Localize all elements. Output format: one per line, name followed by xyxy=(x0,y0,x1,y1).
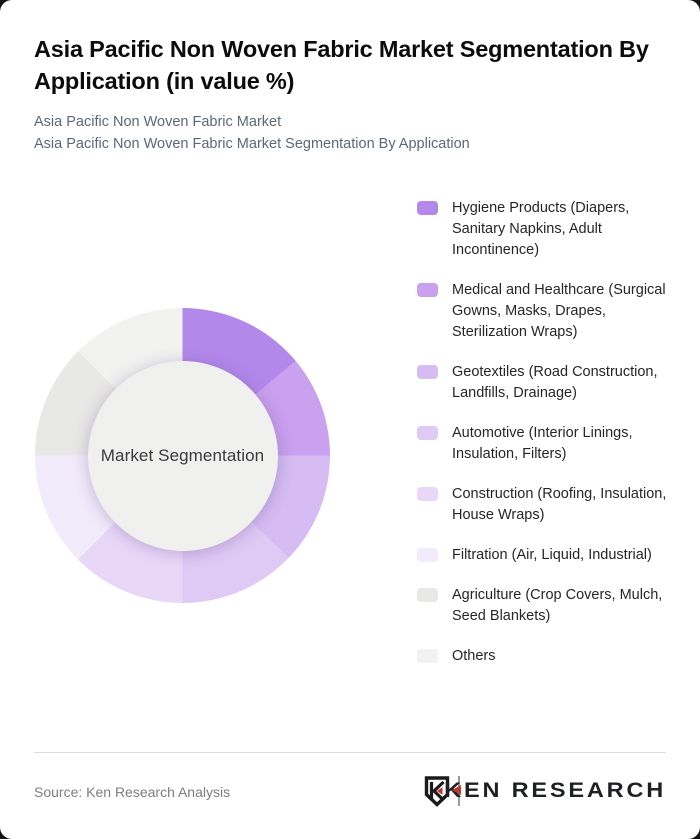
legend-item: Others xyxy=(417,646,669,667)
ken-research-logo: KEN RESEARCH xyxy=(424,770,666,812)
legend-item: Hygiene Products (Diapers, Sanitary Napk… xyxy=(417,198,669,261)
legend-label: Medical and Healthcare (Surgical Gowns, … xyxy=(452,282,666,340)
legend-label: Others xyxy=(452,648,496,664)
legend-label: Hygiene Products (Diapers, Sanitary Napk… xyxy=(452,200,630,258)
report-card: Asia Pacific Non Woven Fabric Market Seg… xyxy=(0,0,700,839)
legend-item: Automotive (Interior Linings, Insulation… xyxy=(417,423,669,465)
footer-divider xyxy=(34,752,666,753)
donut-center-label: Market Segmentation xyxy=(100,445,265,465)
source-note: Source: Ken Research Analysis xyxy=(34,784,231,800)
logo-k-accent-icon xyxy=(452,785,462,795)
page-title: Asia Pacific Non Woven Fabric Market Seg… xyxy=(34,36,649,94)
donut-chart: Market Segmentation xyxy=(35,308,330,603)
logo-wordmark: KEN RESEARCH xyxy=(444,779,666,803)
donut-center: Market Segmentation xyxy=(87,360,278,551)
legend-item: Construction (Roofing, Insulation, House… xyxy=(417,484,669,526)
legend-label: Agriculture (Crop Covers, Mulch, Seed Bl… xyxy=(452,587,663,624)
legend-swatch xyxy=(417,201,438,215)
legend-label: Filtration (Air, Liquid, Industrial) xyxy=(452,547,652,563)
legend-label: Geotextiles (Road Construction, Landfill… xyxy=(452,364,658,401)
legend-item: Agriculture (Crop Covers, Mulch, Seed Bl… xyxy=(417,585,669,627)
chart-legend: Hygiene Products (Diapers, Sanitary Napk… xyxy=(417,198,669,667)
legend-item: Filtration (Air, Liquid, Industrial) xyxy=(417,545,669,566)
legend-label: Construction (Roofing, Insulation, House… xyxy=(452,486,667,523)
legend-swatch xyxy=(417,487,438,501)
legend-swatch xyxy=(417,426,438,440)
subtitle-line-2: Asia Pacific Non Woven Fabric Market Seg… xyxy=(34,135,470,152)
legend-item: Geotextiles (Road Construction, Landfill… xyxy=(417,362,669,404)
legend-item: Medical and Healthcare (Surgical Gowns, … xyxy=(417,280,669,343)
legend-swatch xyxy=(417,588,438,602)
legend-swatch xyxy=(417,649,438,663)
logo-text: KEN RESEARCH xyxy=(444,779,666,802)
legend-label: Automotive (Interior Linings, Insulation… xyxy=(452,425,633,462)
legend-swatch xyxy=(417,365,438,379)
subtitle-line-1: Asia Pacific Non Woven Fabric Market xyxy=(34,114,282,130)
legend-swatch xyxy=(417,548,438,562)
legend-swatch xyxy=(417,283,438,297)
subtitle-block: Asia Pacific Non Woven Fabric Market Asi… xyxy=(34,112,634,155)
